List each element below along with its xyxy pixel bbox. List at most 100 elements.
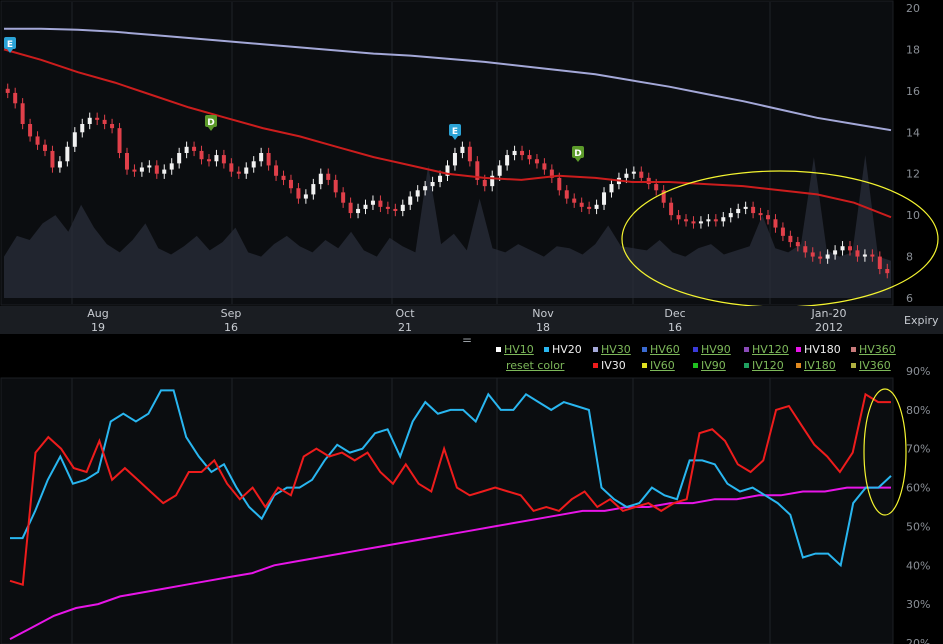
- legend-swatch: [693, 362, 698, 368]
- legend-item-iv180[interactable]: IV180: [796, 358, 836, 374]
- legend-item-iv120[interactable]: IV120: [744, 358, 784, 374]
- candle-body: [154, 165, 159, 174]
- volatility-y-axis: 90%80%70%60%50%40%30%20%: [906, 365, 930, 644]
- candle-body: [728, 213, 733, 218]
- candle-body: [370, 200, 375, 205]
- candle-body: [184, 146, 189, 153]
- date-axis-day-label: 2012: [815, 321, 843, 334]
- candle-body: [773, 219, 778, 228]
- candle-body: [206, 159, 211, 162]
- candle-body: [609, 184, 614, 193]
- candle-body: [877, 256, 882, 269]
- candle-body: [333, 179, 338, 193]
- candle-body: [810, 252, 815, 257]
- legend-swatch: [851, 362, 856, 368]
- candle-body: [646, 177, 651, 185]
- candle-body: [408, 196, 413, 205]
- candle-body: [795, 242, 800, 247]
- legend-item-iv90[interactable]: IV90: [693, 358, 726, 374]
- legend-row-hv: HV10 HV20 HV30 HV60 HV90 HV120 HV180 HV360: [492, 342, 942, 358]
- price-y-tick-label: 20: [906, 2, 920, 15]
- legend-item-hv180[interactable]: HV180: [796, 342, 841, 358]
- candle-body: [520, 150, 525, 156]
- candle-body: [132, 169, 137, 172]
- event-marker-letter: D: [207, 118, 214, 128]
- candle-body: [385, 206, 390, 209]
- legend-swatch: [593, 346, 598, 352]
- volatility-y-tick-label: 40%: [906, 559, 930, 572]
- date-axis-day-label: 16: [224, 321, 238, 334]
- candle-body: [758, 213, 763, 216]
- candle-body: [624, 173, 629, 178]
- candle-body: [363, 204, 368, 209]
- legend-label: HV20: [552, 343, 582, 356]
- date-axis-month-label: Aug: [87, 307, 108, 320]
- legend-swatch: [744, 346, 749, 352]
- price-y-tick-label: 8: [906, 251, 913, 264]
- candle-body: [736, 208, 741, 214]
- legend-item-hv10[interactable]: HV10: [496, 342, 534, 358]
- legend-label: HV180: [804, 343, 841, 356]
- candle-body: [87, 117, 92, 124]
- candle-body: [288, 179, 293, 189]
- candle-body: [229, 163, 234, 172]
- legend-item-hv90[interactable]: HV90: [693, 342, 731, 358]
- candle-body: [72, 132, 77, 147]
- legend-label: HV90: [701, 343, 731, 356]
- legend-item-hv20[interactable]: HV20: [544, 342, 582, 358]
- legend-item-hv120[interactable]: HV120: [744, 342, 789, 358]
- reset-color-link[interactable]: reset color: [506, 358, 564, 374]
- candle-body: [50, 150, 55, 168]
- date-axis-day-label: 16: [668, 321, 682, 334]
- candle-body: [35, 136, 40, 145]
- legend-item-iv60[interactable]: IV60: [642, 358, 675, 374]
- legend-item-hv30[interactable]: HV30: [593, 342, 631, 358]
- candle-body: [721, 217, 726, 222]
- candle-body: [214, 155, 219, 162]
- candle-body: [885, 269, 890, 274]
- legend-label: HV10: [504, 343, 534, 356]
- legend-item-iv360[interactable]: IV360: [851, 358, 891, 374]
- candle-body: [870, 254, 875, 257]
- candle-body: [42, 144, 47, 151]
- date-axis-month-label: Oct: [395, 307, 415, 320]
- legend-label: IV120: [752, 359, 784, 372]
- legend-label: HV60: [650, 343, 680, 356]
- candle-body: [124, 153, 129, 170]
- candle-body: [348, 202, 353, 214]
- candle-body: [602, 192, 607, 205]
- candle-body: [341, 192, 346, 203]
- candle-body: [303, 194, 308, 199]
- legend-label: IV30: [601, 359, 626, 372]
- candle-body: [415, 190, 420, 197]
- legend-item-hv60[interactable]: HV60: [642, 342, 680, 358]
- legend-label: HV120: [752, 343, 789, 356]
- candle-body: [244, 167, 249, 174]
- candle-body: [527, 155, 532, 160]
- candle-body: [803, 246, 808, 253]
- panel-resize-handle[interactable]: =: [462, 333, 472, 347]
- candle-body: [326, 173, 331, 180]
- candle-body: [199, 150, 204, 160]
- legend-swatch: [642, 346, 647, 352]
- volatility-y-tick-label: 80%: [906, 404, 930, 417]
- candle-body: [557, 177, 562, 191]
- candle-body: [221, 155, 226, 164]
- date-axis-month-label: Jan-20: [811, 307, 847, 320]
- legend-item-hv360[interactable]: HV360: [851, 342, 896, 358]
- candle-body: [296, 188, 301, 199]
- candle-body: [676, 215, 681, 220]
- legend-item-iv30[interactable]: IV30: [593, 358, 626, 374]
- candle-body: [110, 124, 115, 129]
- candle-body: [423, 186, 428, 191]
- date-axis-day-label: 18: [536, 321, 550, 334]
- event-marker-letter: E: [7, 40, 13, 50]
- candle-body: [13, 92, 18, 104]
- candle-body: [80, 124, 85, 133]
- candle-body: [378, 200, 383, 207]
- volatility-panel-background: [0, 377, 894, 644]
- legend-swatch: [693, 346, 698, 352]
- expiry-label[interactable]: Expiry: [904, 314, 939, 327]
- candle-body: [825, 254, 830, 259]
- candle-body: [169, 163, 174, 170]
